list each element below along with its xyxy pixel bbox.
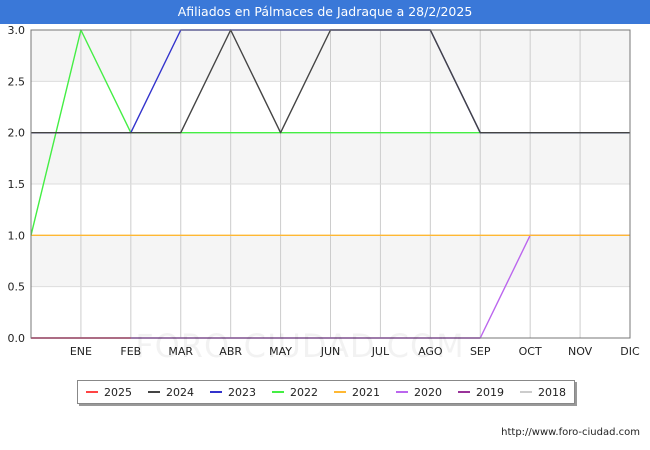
footer-url: http://www.foro-ciudad.com xyxy=(501,427,640,438)
legend-label: 2023 xyxy=(228,385,256,399)
x-tick-label: MAY xyxy=(269,345,292,358)
legend-item-2023: 2023 xyxy=(210,386,256,399)
legend-label: 2021 xyxy=(352,385,380,399)
legend-label: 2024 xyxy=(166,385,194,399)
legend-label: 2018 xyxy=(538,385,566,399)
legend-swatch xyxy=(334,391,346,393)
legend-label: 2025 xyxy=(104,385,132,399)
y-tick-label: 0.5 xyxy=(8,281,26,294)
x-tick-label: NOV xyxy=(568,345,593,358)
x-tick-labels: ENE FEB MAR ABR MAY JUN JUL AGO SEP OCT NOV DIC xyxy=(70,345,640,358)
x-tick-label: OCT xyxy=(519,345,542,358)
line-chart: 0.0 0.5 1.0 1.5 2.0 2.5 3.0 ENE FEB MAR ABR MAY JUN… xyxy=(8,24,641,358)
legend-swatch xyxy=(86,391,98,393)
legend-item-2024: 2024 xyxy=(148,386,194,399)
x-tick-label: JUL xyxy=(371,345,390,358)
x-tick-label: ABR xyxy=(219,345,242,358)
y-tick-label: 3.0 xyxy=(8,24,26,37)
legend-item-2025: 2025 xyxy=(86,386,132,399)
y-tick-label: 2.0 xyxy=(8,127,26,140)
legend: 2025 2024 2023 2022 2021 2020 2019 2018 xyxy=(77,380,575,404)
legend-item-2019: 2019 xyxy=(458,386,504,399)
legend-item-2021: 2021 xyxy=(334,386,380,399)
legend-swatch xyxy=(396,391,408,393)
x-tick-label: FEB xyxy=(120,345,141,358)
y-tick-label: 1.0 xyxy=(8,229,26,242)
y-tick-labels: 0.0 0.5 1.0 1.5 2.0 2.5 3.0 xyxy=(8,24,26,345)
legend-swatch xyxy=(272,391,284,393)
legend-item-2022: 2022 xyxy=(272,386,318,399)
x-tick-label: JUN xyxy=(320,345,341,358)
legend-label: 2020 xyxy=(414,385,442,399)
x-tick-label: AGO xyxy=(418,345,443,358)
legend-swatch xyxy=(458,391,470,393)
x-tick-label: ENE xyxy=(70,345,92,358)
legend-swatch xyxy=(520,391,532,393)
legend-item-2020: 2020 xyxy=(396,386,442,399)
y-tick-label: 2.5 xyxy=(8,75,26,88)
y-tick-label: 0.0 xyxy=(8,332,26,345)
legend-item-2018: 2018 xyxy=(520,386,566,399)
y-tick-label: 1.5 xyxy=(8,178,26,191)
legend-label: 2019 xyxy=(476,385,504,399)
legend-swatch xyxy=(148,391,160,393)
x-tick-label: SEP xyxy=(470,345,491,358)
legend-swatch xyxy=(210,391,222,393)
x-tick-label: DIC xyxy=(620,345,640,358)
legend-label: 2022 xyxy=(290,385,318,399)
x-tick-label: MAR xyxy=(168,345,193,358)
